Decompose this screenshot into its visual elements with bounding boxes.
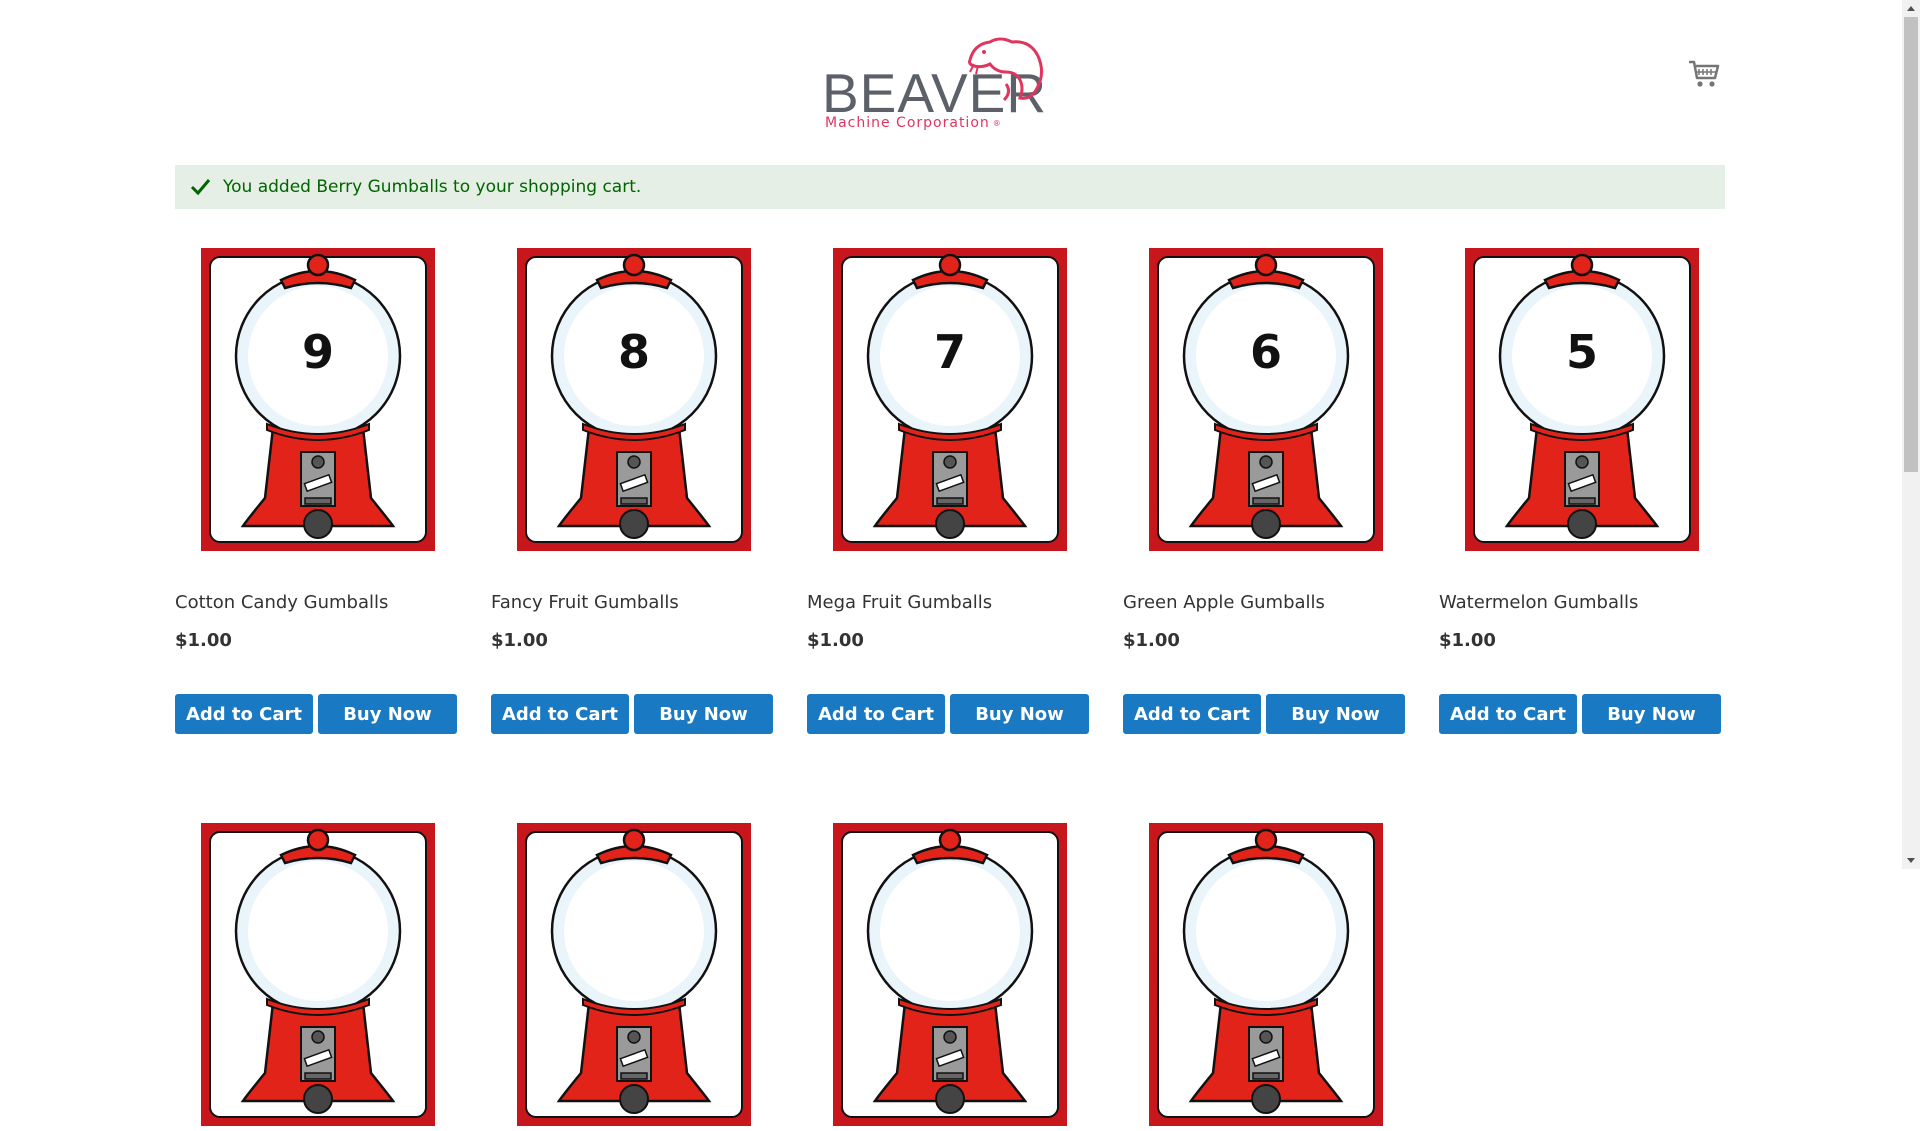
add-to-cart-button[interactable]: Add to Cart xyxy=(807,694,945,734)
add-to-cart-button[interactable]: Add to Cart xyxy=(175,694,313,734)
add-to-cart-button[interactable]: Add to Cart xyxy=(1439,694,1577,734)
scrollbar-thumb[interactable] xyxy=(1904,17,1918,472)
success-message: You added Berry Gumballs to your shoppin… xyxy=(175,165,1725,209)
product-name[interactable]: Fancy Fruit Gumballs xyxy=(491,592,679,613)
buy-now-button[interactable]: Buy Now xyxy=(1266,694,1405,734)
logo-tagline: Machine Corporation ® xyxy=(825,115,1002,131)
product-image[interactable]: 8 xyxy=(517,248,751,551)
buy-now-button[interactable]: Buy Now xyxy=(634,694,773,734)
message-text: You added Berry Gumballs to your shoppin… xyxy=(223,177,642,197)
shopping-cart-icon[interactable] xyxy=(1688,56,1720,90)
checkmark-icon xyxy=(190,179,211,196)
product-image[interactable] xyxy=(1149,823,1383,1126)
product-image[interactable]: 9 xyxy=(201,248,435,551)
svg-text:6: 6 xyxy=(1250,325,1282,379)
scroll-down-icon[interactable] xyxy=(1902,852,1920,869)
product-image[interactable] xyxy=(201,823,435,1126)
svg-text:7: 7 xyxy=(934,325,966,379)
buy-now-button[interactable]: Buy Now xyxy=(318,694,457,734)
product-price: $1.00 xyxy=(175,630,232,651)
product-image[interactable] xyxy=(833,823,1067,1126)
product-image[interactable]: 6 xyxy=(1149,248,1383,551)
product-image[interactable]: 5 xyxy=(1465,248,1699,551)
product-name[interactable]: Mega Fruit Gumballs xyxy=(807,592,992,613)
vertical-scrollbar[interactable] xyxy=(1902,0,1920,869)
add-to-cart-button[interactable]: Add to Cart xyxy=(1123,694,1261,734)
add-to-cart-button[interactable]: Add to Cart xyxy=(491,694,629,734)
product-name[interactable]: Cotton Candy Gumballs xyxy=(175,592,388,613)
product-name[interactable]: Green Apple Gumballs xyxy=(1123,592,1325,613)
svg-text:8: 8 xyxy=(618,325,650,379)
svg-text:9: 9 xyxy=(302,325,334,379)
buy-now-button[interactable]: Buy Now xyxy=(950,694,1089,734)
product-price: $1.00 xyxy=(1439,630,1496,651)
store-logo[interactable]: BEAVER Machine Corporation ® xyxy=(822,34,1046,136)
product-price: $1.00 xyxy=(491,630,548,651)
scroll-up-icon[interactable] xyxy=(1902,0,1920,17)
svg-text:5: 5 xyxy=(1566,325,1598,379)
product-price: $1.00 xyxy=(807,630,864,651)
buy-now-button[interactable]: Buy Now xyxy=(1582,694,1721,734)
product-name[interactable]: Watermelon Gumballs xyxy=(1439,592,1638,613)
product-image[interactable] xyxy=(517,823,751,1126)
page: BEAVER Machine Corporation ® You added Be… xyxy=(0,0,1902,869)
product-image[interactable]: 7 xyxy=(833,248,1067,551)
beaver-icon xyxy=(968,37,1043,102)
product-price: $1.00 xyxy=(1123,630,1180,651)
